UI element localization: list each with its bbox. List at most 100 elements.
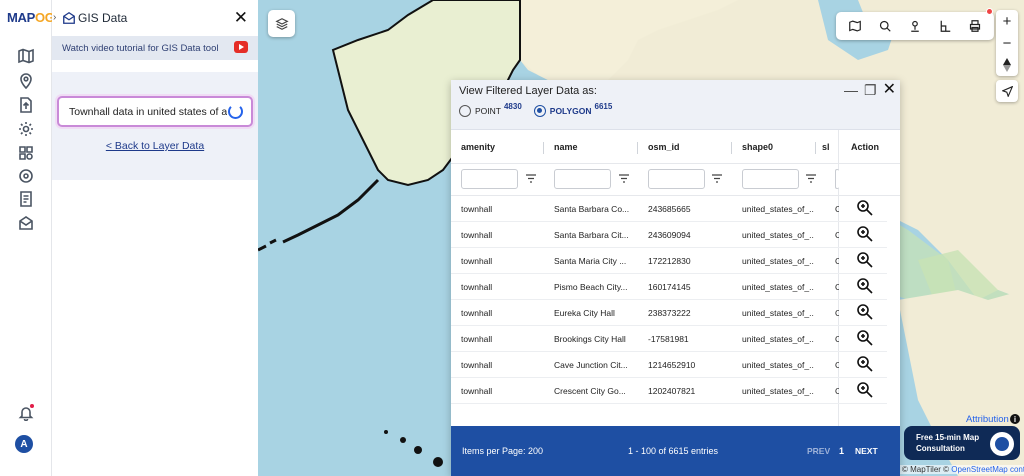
polygon-radio[interactable]: [533, 105, 546, 117]
cell-osm-id: 172212830: [648, 256, 691, 266]
cell-shape0: united_states_of_...: [742, 360, 814, 370]
map-layers-icon[interactable]: [16, 143, 36, 163]
cell-amenity: townhall: [461, 334, 493, 344]
cell-osm-id: 243609094: [648, 230, 691, 240]
panel-title: GIS Data: [78, 11, 128, 25]
cell-shape0: united_states_of_...: [742, 334, 814, 344]
gis-search-input[interactable]: Townhall data in united states of am: [57, 96, 253, 127]
upload-file-icon[interactable]: [16, 95, 36, 115]
chat-icon[interactable]: [990, 432, 1014, 456]
cell-sl: C: [835, 386, 839, 396]
shared-maps-icon[interactable]: [16, 213, 36, 233]
zoom-to-feature-icon[interactable]: [856, 225, 874, 243]
close-panel-button[interactable]: ✕: [234, 9, 248, 26]
app-logo[interactable]: MAPOG: [7, 10, 55, 25]
pagination-footer: Items per Page: 200 1 - 100 of 6615 entr…: [451, 426, 900, 476]
user-avatar[interactable]: A: [15, 435, 33, 453]
cell-name: Cave Junction Cit...: [554, 360, 628, 370]
loading-spinner-icon: [228, 104, 243, 119]
table-row[interactable]: townhall Eureka City Hall 238373222 united_…: [451, 300, 887, 326]
data-table[interactable]: amenity name osm_id shape0 sl Action tow…: [451, 130, 900, 426]
cell-name: Pismo Beach City...: [554, 282, 628, 292]
zoom-to-feature-icon[interactable]: [856, 329, 874, 347]
shape0-filter-input[interactable]: [742, 169, 799, 189]
column-header-shape0[interactable]: shape0: [742, 142, 773, 152]
zoom-to-feature-icon[interactable]: [856, 381, 874, 399]
attribution-link[interactable]: Attribution: [966, 414, 1009, 425]
prev-page-button[interactable]: PREV: [807, 446, 830, 456]
cell-name: Crescent City Go...: [554, 386, 626, 396]
zoom-to-feature-icon[interactable]: [856, 199, 874, 217]
cell-osm-id: 160174145: [648, 282, 691, 292]
cell-osm-id: 238373222: [648, 308, 691, 318]
filter-icon[interactable]: [526, 174, 536, 183]
info-icon[interactable]: i: [1010, 414, 1020, 424]
settings-gear-icon[interactable]: [16, 119, 36, 139]
column-divider[interactable]: [637, 142, 638, 154]
cell-name: Brookings City Hall: [554, 334, 626, 344]
notification-bell-icon[interactable]: [16, 403, 36, 423]
table-row[interactable]: townhall Crescent City Go... 1202407821 uni…: [451, 378, 887, 404]
print-icon[interactable]: [967, 18, 983, 34]
map-credit: © MapTiler © OpenStreetMap contributors: [900, 465, 1024, 474]
table-row[interactable]: townhall Santa Barbara Cit... 243609094 uni…: [451, 222, 887, 248]
column-divider[interactable]: [815, 142, 816, 154]
column-header-amenity[interactable]: amenity: [461, 142, 495, 152]
window-controls: — ❐ ✕: [844, 82, 896, 99]
zoom-to-feature-icon[interactable]: [856, 251, 874, 269]
cell-sl: C: [835, 308, 839, 318]
column-header-name[interactable]: name: [554, 142, 578, 152]
name-filter-input[interactable]: [554, 169, 611, 189]
compass-north-icon[interactable]: [996, 54, 1018, 76]
zoom-in-button[interactable]: +: [996, 10, 1018, 32]
table-row[interactable]: townhall Santa Maria City ... 172212830 uni…: [451, 248, 887, 274]
cell-sl: C: [835, 282, 839, 292]
user-location-icon[interactable]: [907, 18, 923, 34]
layer-switcher-button[interactable]: [268, 10, 295, 37]
column-divider[interactable]: [731, 142, 732, 154]
table-row[interactable]: townhall Santa Barbara Co... 243685665 unit…: [451, 196, 887, 222]
filter-icon[interactable]: [712, 174, 722, 183]
column-header-sl[interactable]: sl: [822, 142, 830, 152]
column-header-osm-id[interactable]: osm_id: [648, 142, 680, 152]
dialog-title: View Filtered Layer Data as:: [459, 85, 597, 97]
data-list-icon[interactable]: [16, 189, 36, 209]
zoom-to-feature-icon[interactable]: [856, 277, 874, 295]
sl-filter-input[interactable]: [835, 169, 839, 189]
youtube-icon[interactable]: [234, 41, 248, 53]
column-divider[interactable]: [543, 142, 544, 154]
zoom-to-feature-icon[interactable]: [856, 303, 874, 321]
map-view-icon[interactable]: [847, 18, 863, 34]
osm-id-filter-input[interactable]: [648, 169, 705, 189]
point-radio[interactable]: [459, 105, 471, 117]
panel-header: › GIS Data ✕: [52, 0, 258, 36]
map-icon[interactable]: [16, 46, 36, 66]
panel-body: Townhall data in united states of am < B…: [52, 72, 258, 180]
next-page-button[interactable]: NEXT: [855, 446, 878, 456]
zoom-to-feature-icon[interactable]: [856, 355, 874, 373]
items-per-page[interactable]: Items per Page: 200: [462, 446, 543, 456]
minimize-icon[interactable]: —: [844, 82, 858, 98]
table-filter-row: [451, 164, 900, 196]
location-pin-icon[interactable]: [16, 71, 36, 91]
close-dialog-button[interactable]: ✕: [883, 82, 896, 98]
table-row[interactable]: townhall Cave Junction Cit... 1214652910 un…: [451, 352, 887, 378]
filter-icon[interactable]: [619, 174, 629, 183]
amenity-filter-input[interactable]: [461, 169, 518, 189]
osm-credit-link[interactable]: OpenStreetMap contributors: [951, 465, 1024, 474]
video-tutorial-banner[interactable]: Watch video tutorial for GIS Data tool: [52, 36, 258, 60]
gis-tools-icon[interactable]: [16, 166, 36, 186]
filter-icon[interactable]: [806, 174, 816, 183]
back-to-layer-data-link[interactable]: < Back to Layer Data: [52, 140, 258, 152]
zoom-out-button[interactable]: −: [996, 32, 1018, 54]
gis-data-icon: [63, 11, 75, 24]
table-row[interactable]: townhall Pismo Beach City... 160174145 unit…: [451, 274, 887, 300]
table-row[interactable]: townhall Brookings City Hall -17581981 unit…: [451, 326, 887, 352]
notification-dot: [30, 404, 34, 408]
search-icon[interactable]: [877, 18, 893, 34]
measure-icon[interactable]: [937, 18, 953, 34]
polygon-count: 6615: [594, 101, 613, 111]
collapse-chevron-icon[interactable]: ›: [53, 12, 56, 23]
restore-icon[interactable]: ❐: [864, 82, 877, 98]
locate-me-button[interactable]: [996, 80, 1018, 102]
